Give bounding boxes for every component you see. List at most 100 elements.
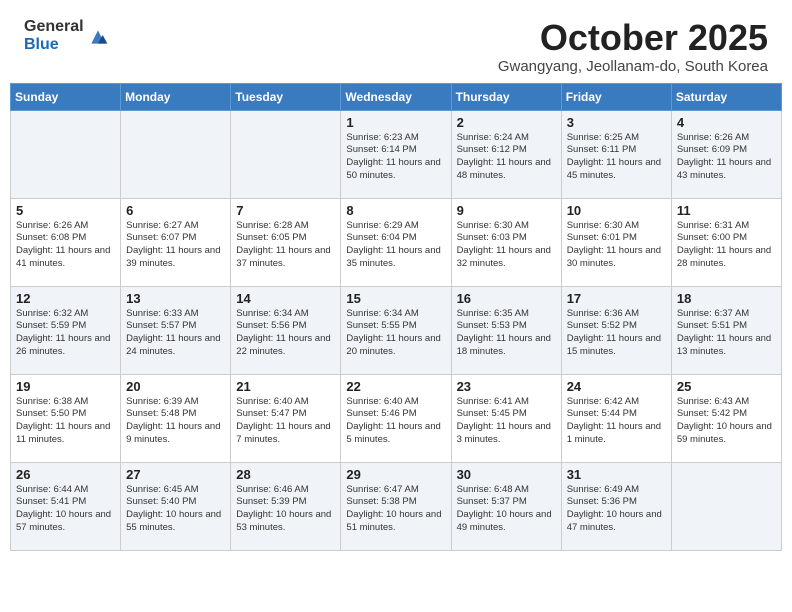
day-number: 16: [457, 291, 556, 306]
day-info: Sunrise: 6:48 AM Sunset: 5:37 PM Dayligh…: [457, 484, 556, 535]
calendar-cell: 1 Sunrise: 6:23 AM Sunset: 6:14 PM Daylig…: [341, 110, 451, 198]
calendar-cell: 10 Sunrise: 6:30 AM Sunset: 6:01 PM Dayli…: [561, 198, 671, 286]
logo: General Blue: [24, 18, 108, 53]
location: Gwangyang, Jeollanam-do, South Korea: [498, 58, 768, 75]
col-header-thursday: Thursday: [451, 83, 561, 110]
calendar-cell: 16Sunrise: 6:35 AM Sunset: 5:53 PM Dayli…: [451, 286, 561, 374]
calendar-cell: 20 Sunrise: 6:39 AM Sunset: 5:48 PM Dayli…: [121, 374, 231, 462]
calendar-cell: 19 Sunrise: 6:38 AM Sunset: 5:50 PM Dayli…: [11, 374, 121, 462]
day-number: 29: [346, 467, 445, 482]
day-number: 23: [457, 379, 556, 394]
logo-general: General: [24, 18, 84, 36]
col-header-saturday: Saturday: [671, 83, 781, 110]
calendar-cell: 12Sunrise: 6:32 AM Sunset: 5:59 PM Dayli…: [11, 286, 121, 374]
day-number: 1: [346, 115, 445, 130]
day-info: Sunrise: 6:40 AM Sunset: 5:46 PM Dayligh…: [346, 396, 445, 447]
day-number: 24: [567, 379, 666, 394]
day-info: Sunrise: 6:38 AM Sunset: 5:50 PM Dayligh…: [16, 396, 115, 447]
calendar-cell: 17 Sunrise: 6:36 AM Sunset: 5:52 PM Dayli…: [561, 286, 671, 374]
day-number: 28: [236, 467, 335, 482]
calendar-header-row: SundayMondayTuesdayWednesdayThursdayFrid…: [11, 83, 782, 110]
calendar-cell: 31Sunrise: 6:49 AM Sunset: 5:36 PM Dayli…: [561, 462, 671, 550]
calendar-cell: [671, 462, 781, 550]
day-info: Sunrise: 6:26 AM Sunset: 6:08 PM Dayligh…: [16, 220, 115, 271]
day-number: 5: [16, 203, 115, 218]
logo-icon: [88, 27, 108, 47]
calendar-cell: 4 Sunrise: 6:26 AM Sunset: 6:09 PM Daylig…: [671, 110, 781, 198]
day-info: Sunrise: 6:41 AM Sunset: 5:45 PM Dayligh…: [457, 396, 556, 447]
day-number: 19: [16, 379, 115, 394]
day-info: Sunrise: 6:43 AM Sunset: 5:42 PM Dayligh…: [677, 396, 776, 447]
calendar-cell: 22 Sunrise: 6:40 AM Sunset: 5:46 PM Dayli…: [341, 374, 451, 462]
calendar-week-row: 5 Sunrise: 6:26 AM Sunset: 6:08 PM Daylig…: [11, 198, 782, 286]
day-number: 10: [567, 203, 666, 218]
calendar-cell: 24 Sunrise: 6:42 AM Sunset: 5:44 PM Dayli…: [561, 374, 671, 462]
calendar-cell: 14Sunrise: 6:34 AM Sunset: 5:56 PM Dayli…: [231, 286, 341, 374]
title-section: October 2025 Gwangyang, Jeollanam-do, So…: [498, 18, 768, 75]
day-info: Sunrise: 6:46 AM Sunset: 5:39 PM Dayligh…: [236, 484, 335, 535]
day-info: Sunrise: 6:32 AM Sunset: 5:59 PM Dayligh…: [16, 308, 115, 359]
col-header-tuesday: Tuesday: [231, 83, 341, 110]
day-info: Sunrise: 6:27 AM Sunset: 6:07 PM Dayligh…: [126, 220, 225, 271]
day-number: 22: [346, 379, 445, 394]
calendar-cell: 26Sunrise: 6:44 AM Sunset: 5:41 PM Dayli…: [11, 462, 121, 550]
day-number: 4: [677, 115, 776, 130]
day-number: 11: [677, 203, 776, 218]
day-number: 14: [236, 291, 335, 306]
day-number: 27: [126, 467, 225, 482]
calendar-cell: 30 Sunrise: 6:48 AM Sunset: 5:37 PM Dayli…: [451, 462, 561, 550]
day-info: Sunrise: 6:30 AM Sunset: 6:01 PM Dayligh…: [567, 220, 666, 271]
day-info: Sunrise: 6:37 AM Sunset: 5:51 PM Dayligh…: [677, 308, 776, 359]
calendar-week-row: 26Sunrise: 6:44 AM Sunset: 5:41 PM Dayli…: [11, 462, 782, 550]
day-info: Sunrise: 6:42 AM Sunset: 5:44 PM Dayligh…: [567, 396, 666, 447]
logo-text: General Blue: [24, 18, 84, 53]
calendar-week-row: 12Sunrise: 6:32 AM Sunset: 5:59 PM Dayli…: [11, 286, 782, 374]
day-info: Sunrise: 6:25 AM Sunset: 6:11 PM Dayligh…: [567, 132, 666, 183]
day-number: 18: [677, 291, 776, 306]
calendar-cell: 5 Sunrise: 6:26 AM Sunset: 6:08 PM Daylig…: [11, 198, 121, 286]
day-number: 13: [126, 291, 225, 306]
col-header-monday: Monday: [121, 83, 231, 110]
calendar-cell: 3Sunrise: 6:25 AM Sunset: 6:11 PM Daylig…: [561, 110, 671, 198]
day-number: 15: [346, 291, 445, 306]
day-info: Sunrise: 6:33 AM Sunset: 5:57 PM Dayligh…: [126, 308, 225, 359]
day-info: Sunrise: 6:23 AM Sunset: 6:14 PM Dayligh…: [346, 132, 445, 183]
day-number: 21: [236, 379, 335, 394]
day-info: Sunrise: 6:39 AM Sunset: 5:48 PM Dayligh…: [126, 396, 225, 447]
calendar-cell: [11, 110, 121, 198]
calendar-week-row: 1 Sunrise: 6:23 AM Sunset: 6:14 PM Daylig…: [11, 110, 782, 198]
calendar-cell: 9 Sunrise: 6:30 AM Sunset: 6:03 PM Daylig…: [451, 198, 561, 286]
day-info: Sunrise: 6:24 AM Sunset: 6:12 PM Dayligh…: [457, 132, 556, 183]
header: General Blue October 2025 Gwangyang, Jeo…: [0, 0, 792, 83]
calendar-cell: 21Sunrise: 6:40 AM Sunset: 5:47 PM Dayli…: [231, 374, 341, 462]
day-number: 20: [126, 379, 225, 394]
calendar-cell: 11 Sunrise: 6:31 AM Sunset: 6:00 PM Dayli…: [671, 198, 781, 286]
day-number: 31: [567, 467, 666, 482]
day-number: 17: [567, 291, 666, 306]
calendar-wrapper: SundayMondayTuesdayWednesdayThursdayFrid…: [0, 83, 792, 561]
calendar-cell: 27 Sunrise: 6:45 AM Sunset: 5:40 PM Dayli…: [121, 462, 231, 550]
day-number: 30: [457, 467, 556, 482]
day-number: 9: [457, 203, 556, 218]
calendar-cell: 6 Sunrise: 6:27 AM Sunset: 6:07 PM Daylig…: [121, 198, 231, 286]
col-header-sunday: Sunday: [11, 83, 121, 110]
day-number: 2: [457, 115, 556, 130]
day-number: 7: [236, 203, 335, 218]
day-info: Sunrise: 6:36 AM Sunset: 5:52 PM Dayligh…: [567, 308, 666, 359]
calendar-cell: 2 Sunrise: 6:24 AM Sunset: 6:12 PM Daylig…: [451, 110, 561, 198]
calendar-cell: 28 Sunrise: 6:46 AM Sunset: 5:39 PM Dayli…: [231, 462, 341, 550]
day-info: Sunrise: 6:45 AM Sunset: 5:40 PM Dayligh…: [126, 484, 225, 535]
day-info: Sunrise: 6:26 AM Sunset: 6:09 PM Dayligh…: [677, 132, 776, 183]
calendar-cell: 18 Sunrise: 6:37 AM Sunset: 5:51 PM Dayli…: [671, 286, 781, 374]
day-info: Sunrise: 6:47 AM Sunset: 5:38 PM Dayligh…: [346, 484, 445, 535]
col-header-friday: Friday: [561, 83, 671, 110]
calendar-cell: [231, 110, 341, 198]
calendar-cell: 7Sunrise: 6:28 AM Sunset: 6:05 PM Daylig…: [231, 198, 341, 286]
day-info: Sunrise: 6:30 AM Sunset: 6:03 PM Dayligh…: [457, 220, 556, 271]
day-info: Sunrise: 6:29 AM Sunset: 6:04 PM Dayligh…: [346, 220, 445, 271]
day-number: 6: [126, 203, 225, 218]
calendar-cell: [121, 110, 231, 198]
day-number: 8: [346, 203, 445, 218]
day-info: Sunrise: 6:44 AM Sunset: 5:41 PM Dayligh…: [16, 484, 115, 535]
day-info: Sunrise: 6:31 AM Sunset: 6:00 PM Dayligh…: [677, 220, 776, 271]
